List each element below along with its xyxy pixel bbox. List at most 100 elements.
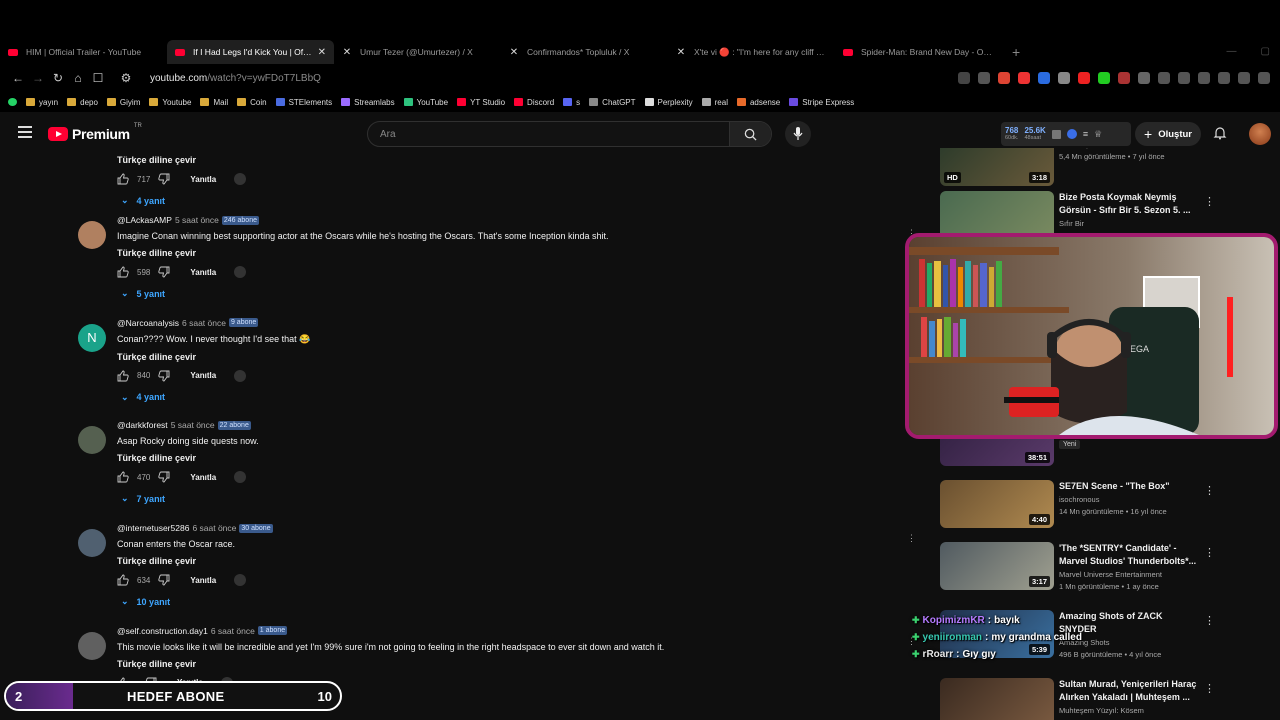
comment-menu-icon[interactable]: ⋮ bbox=[907, 533, 916, 544]
bookmark-item[interactable]: STElements bbox=[275, 98, 332, 107]
comment-author[interactable]: @internetuser5286 bbox=[117, 523, 189, 533]
replies-toggle[interactable]: ⌄ 5 yanıt bbox=[121, 288, 908, 299]
wallet-icon[interactable] bbox=[1218, 72, 1230, 84]
video-thumbnail[interactable] bbox=[940, 191, 1054, 239]
translate-link[interactable]: Türkçe diline çevir bbox=[117, 659, 908, 669]
comment-time[interactable]: 6 saat önce bbox=[192, 523, 236, 533]
bookmark-item[interactable]: Perplexity bbox=[644, 98, 693, 107]
replies-toggle[interactable]: ⌄ 7 yanıt bbox=[121, 493, 908, 504]
sidebar-icon[interactable] bbox=[1198, 72, 1210, 84]
extension-youtube-icon[interactable] bbox=[1078, 72, 1090, 84]
video-thumbnail[interactable] bbox=[940, 678, 1054, 720]
site-info-icon[interactable]: ⚙ bbox=[116, 71, 136, 85]
bookmark-item[interactable]: Youtube bbox=[149, 98, 191, 107]
forward-icon[interactable]: → bbox=[28, 71, 48, 85]
like-icon[interactable] bbox=[117, 574, 129, 586]
channel-name[interactable]: Marvel Universe Entertainment bbox=[1059, 570, 1201, 579]
list-icon[interactable]: ≡ bbox=[1083, 129, 1088, 139]
comment-author[interactable]: @LAckasAMP bbox=[117, 215, 172, 225]
channel-name[interactable]: Sıfır Bir bbox=[1059, 219, 1201, 228]
home-icon[interactable]: ⌂ bbox=[68, 71, 88, 85]
maximize-icon[interactable]: ▢ bbox=[1261, 46, 1270, 57]
related-video[interactable]: Sultan Murad, Yeniçerileri Haraç Alırken… bbox=[938, 678, 1280, 720]
brave-shield-icon[interactable] bbox=[998, 72, 1010, 84]
bookmark-item[interactable]: Discord bbox=[514, 98, 554, 107]
warning-icon[interactable] bbox=[1018, 72, 1030, 84]
search-input[interactable]: Ara bbox=[380, 129, 396, 140]
video-menu-icon[interactable]: ⋮ bbox=[1204, 682, 1215, 695]
voice-search-button[interactable] bbox=[785, 121, 811, 147]
replies-toggle[interactable]: ⌄ 4 yanıt bbox=[121, 392, 908, 403]
reply-button[interactable]: Yanıtla bbox=[190, 473, 216, 482]
search-box[interactable]: Ara bbox=[367, 121, 772, 147]
dislike-icon[interactable] bbox=[158, 574, 170, 586]
reload-icon[interactable]: ↻ bbox=[48, 71, 68, 85]
translate-link[interactable]: Türkçe diline çevir bbox=[117, 453, 908, 463]
browser-tab[interactable]: ✕ X'te vi 🔴 : "I'm here for any cliff boo bbox=[668, 40, 835, 64]
dislike-icon[interactable] bbox=[158, 266, 170, 278]
bookmark-item[interactable]: depo bbox=[67, 98, 98, 107]
related-video[interactable]: 3:17 'The *SENTRY* Candidate' - Marvel St… bbox=[938, 542, 1280, 602]
related-video[interactable]: 4:40 SE7EN Scene - "The Box" isochronous 14… bbox=[938, 480, 1280, 540]
video-menu-icon[interactable]: ⋮ bbox=[1204, 484, 1215, 497]
video-thumbnail[interactable]: 4:40 bbox=[940, 480, 1054, 528]
dislike-icon[interactable] bbox=[158, 173, 170, 185]
video-title[interactable]: SE7EN Scene - "The Box" bbox=[1059, 480, 1201, 493]
like-icon[interactable] bbox=[117, 370, 129, 382]
translate-link[interactable]: Türkçe diline çevir bbox=[117, 155, 908, 165]
trophy-icon[interactable]: ♕ bbox=[1094, 129, 1102, 140]
browser-tab[interactable]: Spider-Man: Brand New Day - Officia bbox=[835, 40, 1002, 64]
dislike-icon[interactable] bbox=[158, 370, 170, 382]
video-title[interactable]: Bize Posta Koymak Neymiş Görsün - Sıfır … bbox=[1059, 191, 1201, 217]
extension-gray-icon[interactable] bbox=[1058, 72, 1070, 84]
like-icon[interactable] bbox=[117, 266, 129, 278]
bookmark-item[interactable]: Mail bbox=[200, 98, 228, 107]
channel-name[interactable]: isochronous bbox=[1059, 495, 1201, 504]
ai-icon[interactable] bbox=[1238, 72, 1250, 84]
video-menu-icon[interactable]: ⋮ bbox=[1204, 195, 1215, 208]
video-menu-icon[interactable]: ⋮ bbox=[1204, 614, 1215, 627]
comment-author[interactable]: @self.construction.day1 bbox=[117, 626, 208, 636]
extensions-icon[interactable] bbox=[1138, 72, 1150, 84]
browser-tab[interactable]: If I Had Legs I'd Kick You | Officia ✕ bbox=[167, 40, 334, 64]
comment-time[interactable]: 6 saat önce bbox=[182, 318, 226, 328]
bookmark-item[interactable]: Coin bbox=[237, 98, 267, 107]
translate-link[interactable]: Türkçe diline çevir bbox=[117, 352, 908, 362]
comment-author[interactable]: @darkkforest bbox=[117, 420, 168, 430]
reply-button[interactable]: Yanıtla bbox=[190, 576, 216, 585]
video-title[interactable]: Sultan Murad, Yeniçerileri Haraç Alırken… bbox=[1059, 678, 1201, 704]
channel-name[interactable]: Muhteşem Yüzyıl: Kösem bbox=[1059, 706, 1201, 715]
bookmark-item[interactable]: YT Studio bbox=[457, 98, 505, 107]
bookmark-item[interactable]: Streamlabs bbox=[341, 98, 395, 107]
grid-icon[interactable] bbox=[1051, 129, 1061, 139]
close-tab-icon[interactable]: ✕ bbox=[318, 47, 326, 58]
commenter-avatar[interactable] bbox=[78, 426, 106, 455]
commenter-avatar[interactable]: N bbox=[78, 323, 106, 352]
extension-red-icon[interactable] bbox=[1118, 72, 1130, 84]
video-title[interactable]: 'The *SENTRY* Candidate' - Marvel Studio… bbox=[1059, 542, 1201, 568]
reply-button[interactable]: Yanıtla bbox=[190, 371, 216, 380]
comment-time[interactable]: 5 saat önce bbox=[171, 420, 215, 430]
bookmark-icon[interactable]: ☐ bbox=[88, 71, 108, 85]
search-button[interactable] bbox=[729, 122, 771, 146]
account-avatar[interactable] bbox=[1249, 123, 1271, 145]
extension-blue-icon[interactable] bbox=[1038, 72, 1050, 84]
channel-name[interactable]: Movieclips bbox=[1059, 148, 1201, 149]
share-icon[interactable] bbox=[978, 72, 990, 84]
bookmark-item[interactable]: ChatGPT bbox=[589, 98, 636, 107]
notifications-bell-icon[interactable] bbox=[1213, 126, 1227, 140]
video-menu-icon[interactable]: ⋮ bbox=[1204, 546, 1215, 559]
video-thumbnail[interactable]: 3:17 bbox=[940, 542, 1054, 590]
google-icon[interactable] bbox=[1066, 129, 1077, 139]
minimize-icon[interactable]: — bbox=[1227, 46, 1237, 57]
like-icon[interactable] bbox=[117, 471, 129, 483]
menu-icon[interactable] bbox=[1258, 72, 1270, 84]
stream-stats-widget[interactable]: 768 60dk. 25.6K 48saat ≡ ♕ bbox=[1001, 122, 1131, 146]
bookmark-item[interactable]: adsense bbox=[736, 98, 780, 107]
commenter-avatar[interactable] bbox=[78, 529, 106, 558]
comment-time[interactable]: 5 saat önce bbox=[175, 215, 219, 225]
hamburger-menu-icon[interactable] bbox=[18, 126, 32, 138]
bookmark-item[interactable]: yayın bbox=[26, 98, 58, 107]
url-field[interactable]: youtube.com/watch?v=ywFDoT7LBbQ bbox=[150, 73, 321, 84]
browser-tab[interactable]: HIM | Official Trailer - YouTube bbox=[0, 40, 167, 64]
